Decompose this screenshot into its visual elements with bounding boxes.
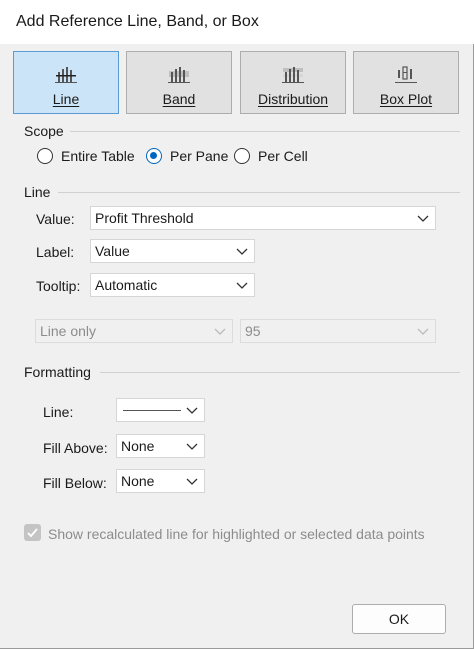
band-type-button[interactable]: Band xyxy=(126,51,232,114)
radio-circle xyxy=(234,148,250,164)
fill-below-dropdown-text: None xyxy=(121,473,155,489)
box-plot-icon xyxy=(395,66,417,83)
value-dropdown[interactable]: Profit Threshold xyxy=(90,206,436,230)
recalculated-line-checkbox[interactable] xyxy=(24,524,41,541)
chevron-down-icon xyxy=(214,328,226,335)
tooltip-dropdown[interactable]: Automatic xyxy=(90,273,255,297)
scope-per-cell-label: Per Cell xyxy=(258,148,308,164)
fill-below-label: Fill Below: xyxy=(43,475,107,491)
line-heading: Line xyxy=(24,184,51,200)
chevron-down-icon xyxy=(186,478,198,485)
line-chart-icon xyxy=(55,67,77,83)
title-bar: Add Reference Line, Band, or Box xyxy=(0,0,474,44)
radio-circle-selected xyxy=(146,148,162,164)
scope-per-pane-radio[interactable]: Per Pane xyxy=(146,146,228,166)
band-chart-icon xyxy=(168,67,190,83)
label-dropdown-text: Value xyxy=(95,243,130,259)
chevron-down-icon xyxy=(236,282,248,289)
checkmark-icon xyxy=(27,528,38,538)
scope-per-cell-radio[interactable]: Per Cell xyxy=(234,146,308,166)
ok-button[interactable]: OK xyxy=(352,604,446,634)
value-label: Value: xyxy=(36,211,75,227)
scope-entire-table-radio[interactable]: Entire Table xyxy=(37,146,135,166)
band-type-label: Band xyxy=(162,91,196,107)
distribution-chart-icon xyxy=(282,67,304,83)
fill-above-dropdown[interactable]: None xyxy=(116,434,205,458)
scope-divider xyxy=(70,131,460,132)
dialog-title: Add Reference Line, Band, or Box xyxy=(16,13,259,30)
percent-dropdown-text: 95 xyxy=(245,323,261,339)
recalculated-line-label: Show recalculated line for highlighted o… xyxy=(48,526,425,542)
line-style-label: Line: xyxy=(43,404,74,420)
fill-below-dropdown[interactable]: None xyxy=(116,469,205,493)
formatting-heading: Formatting xyxy=(24,364,91,380)
line-divider xyxy=(58,192,460,193)
label-label: Label: xyxy=(36,244,75,260)
scope-entire-table-label: Entire Table xyxy=(61,148,135,164)
distribution-type-label: Distribution xyxy=(257,91,329,107)
line-only-dropdown-text: Line only xyxy=(40,323,97,339)
scope-heading: Scope xyxy=(24,123,64,139)
fill-above-dropdown-text: None xyxy=(121,438,155,454)
chevron-down-icon xyxy=(417,215,429,222)
percent-dropdown[interactable]: 95 xyxy=(240,319,436,343)
line-only-dropdown[interactable]: Line only xyxy=(35,319,233,343)
chevron-down-icon xyxy=(186,443,198,450)
tooltip-label: Tooltip: xyxy=(36,278,81,294)
reference-line-dialog: Add Reference Line, Band, or Box Line Ba… xyxy=(0,0,474,649)
scope-per-pane-label: Per Pane xyxy=(170,148,229,164)
line-type-label: Line xyxy=(52,91,80,107)
label-dropdown[interactable]: Value xyxy=(90,239,255,263)
box-plot-type-label: Box Plot xyxy=(379,91,433,107)
chevron-down-icon xyxy=(236,248,248,255)
line-style-preview xyxy=(123,410,181,411)
line-style-dropdown[interactable] xyxy=(116,398,205,422)
value-dropdown-text: Profit Threshold xyxy=(95,210,194,226)
formatting-divider xyxy=(100,372,460,373)
chevron-down-icon xyxy=(186,407,198,414)
fill-above-label: Fill Above: xyxy=(43,440,108,456)
tooltip-dropdown-text: Automatic xyxy=(95,277,158,293)
radio-circle xyxy=(37,148,53,164)
box-plot-type-button[interactable]: Box Plot xyxy=(353,51,459,114)
chevron-down-icon xyxy=(417,328,429,335)
distribution-type-button[interactable]: Distribution xyxy=(240,51,346,114)
line-type-button[interactable]: Line xyxy=(13,51,119,114)
